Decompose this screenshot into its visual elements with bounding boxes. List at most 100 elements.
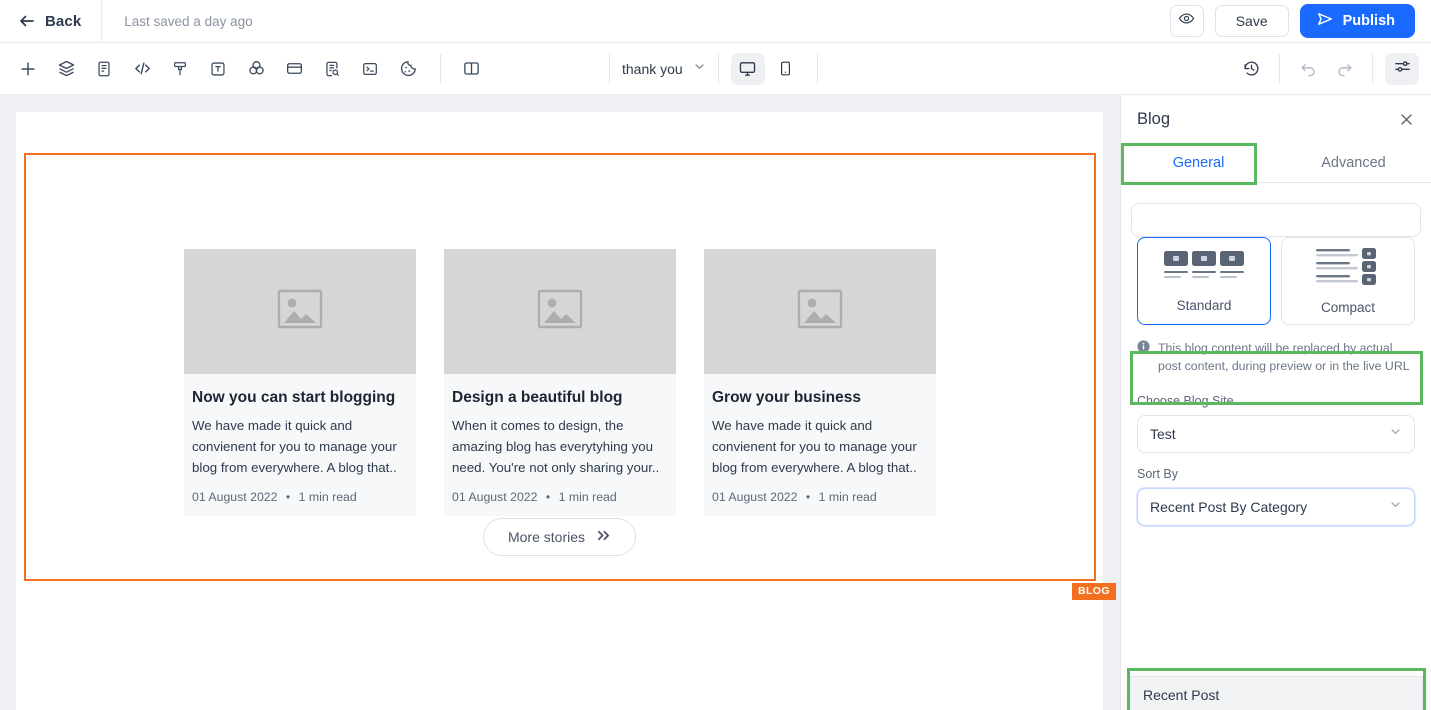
double-chevron-right-icon [596, 529, 611, 545]
editor-toolbar: thank you [0, 43, 1431, 95]
blog-type-compact-label: Compact [1320, 299, 1376, 315]
blog-card-list: Now you can start blogging We have made … [184, 249, 936, 516]
blog-card[interactable]: Design a beautiful blog When it comes to… [444, 249, 676, 516]
blog-site-select[interactable]: Test [1137, 414, 1415, 453]
sort-by-group: Sort By Recent Post By Category [1137, 467, 1415, 526]
divider [816, 53, 818, 84]
undo-icon[interactable] [1292, 53, 1324, 85]
panel-body: Blog Type [1121, 203, 1431, 710]
card-date: 01 August 2022 [192, 489, 278, 504]
preview-button[interactable] [1169, 5, 1204, 37]
redo-icon[interactable] [1328, 53, 1360, 85]
add-icon[interactable] [12, 53, 44, 85]
scrolled-field-partial[interactable] [1131, 203, 1421, 237]
split-view-icon[interactable] [455, 53, 487, 85]
card-body: Grow your business We have made it quick… [704, 374, 936, 516]
tab-general[interactable]: General [1121, 143, 1276, 182]
page-selector[interactable]: thank you [610, 52, 718, 86]
card-body: Now you can start blogging We have made … [184, 374, 416, 516]
device-desktop-button[interactable] [730, 52, 765, 85]
card-read-time: 1 min read [558, 489, 617, 504]
card-title: Grow your business [712, 389, 862, 406]
top-bar-actions: Save Publish [1169, 4, 1415, 38]
divider [440, 53, 441, 84]
card-description: We have made it quick and convienent for… [192, 418, 397, 475]
brush-icon[interactable] [164, 53, 196, 85]
image-placeholder-icon [277, 289, 323, 334]
meta-separator: • [805, 489, 811, 504]
chevron-down-icon [1389, 498, 1402, 516]
card-read-time: 1 min read [818, 489, 877, 504]
publish-button[interactable]: Publish [1299, 4, 1415, 38]
card-image-placeholder [184, 249, 416, 374]
card-image-placeholder [444, 249, 676, 374]
text-icon[interactable] [202, 53, 234, 85]
card-date: 01 August 2022 [712, 489, 798, 504]
device-switcher [730, 52, 803, 85]
save-button[interactable]: Save [1214, 5, 1289, 37]
divider [101, 0, 103, 42]
container-icon[interactable] [278, 53, 310, 85]
meta-separator: • [545, 489, 551, 504]
card-description: We have made it quick and convienent for… [712, 418, 917, 475]
divider [1279, 53, 1280, 84]
card-meta: 01 August 2022 • 1 min read [712, 490, 928, 504]
code-icon[interactable] [126, 53, 158, 85]
send-icon [1316, 10, 1334, 32]
sort-by-dropdown: Recent Post Recent Post By Category Rece… [1130, 676, 1423, 710]
toolbar-right-actions [1235, 52, 1419, 85]
back-label: Back [45, 12, 82, 30]
info-icon [1137, 339, 1150, 376]
blog-card[interactable]: Now you can start blogging We have made … [184, 249, 416, 516]
more-stories-button[interactable]: More stories [482, 518, 637, 556]
terminal-icon[interactable] [354, 53, 386, 85]
divider [1372, 53, 1373, 84]
sort-option-recent-post[interactable]: Recent Post [1131, 677, 1422, 710]
device-mobile-button[interactable] [769, 53, 803, 85]
seo-icon[interactable] [316, 53, 348, 85]
card-title: Design a beautiful blog [452, 389, 623, 406]
card-date: 01 August 2022 [452, 489, 538, 504]
back-button[interactable]: Back [18, 12, 81, 30]
blog-type-standard-label: Standard [1176, 297, 1232, 313]
sort-by-label: Sort By [1137, 466, 1178, 481]
last-saved-text: Last saved a day ago [124, 13, 253, 29]
tab-advanced[interactable]: Advanced [1276, 143, 1431, 182]
sort-by-select[interactable]: Recent Post By Category [1137, 487, 1415, 526]
image-placeholder-icon [537, 289, 583, 334]
blog-info-note: This blog content will be replaced by ac… [1137, 339, 1415, 376]
blog-type-compact[interactable]: Compact [1281, 237, 1415, 325]
selection-badge: BLOG [1072, 583, 1116, 600]
card-image-placeholder [704, 249, 936, 374]
blog-type-standard[interactable]: Standard [1137, 237, 1271, 325]
blog-site-value: Test [1150, 425, 1176, 442]
card-meta: 01 August 2022 • 1 min read [452, 490, 668, 504]
chevron-down-icon [1389, 425, 1402, 443]
properties-panel: Blog General Advanced Blog Type [1120, 95, 1431, 710]
toolbar-tools [12, 53, 424, 85]
chevron-down-icon [693, 60, 706, 78]
color-blend-icon[interactable] [240, 53, 272, 85]
standard-layout-icon [1163, 250, 1245, 289]
pages-icon[interactable] [88, 53, 120, 85]
close-icon[interactable] [1395, 108, 1417, 130]
page-canvas[interactable]: BLOG Now you can start blogging We have … [16, 112, 1116, 710]
layers-icon[interactable] [50, 53, 82, 85]
compact-layout-icon [1316, 247, 1380, 291]
card-body: Design a beautiful blog When it comes to… [444, 374, 676, 516]
card-meta: 01 August 2022 • 1 min read [192, 490, 408, 504]
sort-by-value: Recent Post By Category [1150, 498, 1308, 515]
cookie-icon[interactable] [392, 53, 424, 85]
image-placeholder-icon [797, 289, 843, 334]
card-title: Now you can start blogging [192, 389, 396, 406]
panel-tabs: General Advanced [1121, 143, 1431, 185]
blog-card[interactable]: Grow your business We have made it quick… [704, 249, 936, 516]
card-description: When it comes to design, the amazing blo… [452, 418, 660, 475]
more-stories-wrap: More stories [16, 518, 1103, 556]
more-stories-label: More stories [507, 529, 586, 545]
panel-settings-button[interactable] [1385, 52, 1419, 85]
sort-option-label: Recent Post [1143, 686, 1220, 703]
blog-type-options: Standard Compact [1137, 237, 1415, 325]
divider [717, 53, 719, 84]
history-icon[interactable] [1235, 53, 1267, 85]
